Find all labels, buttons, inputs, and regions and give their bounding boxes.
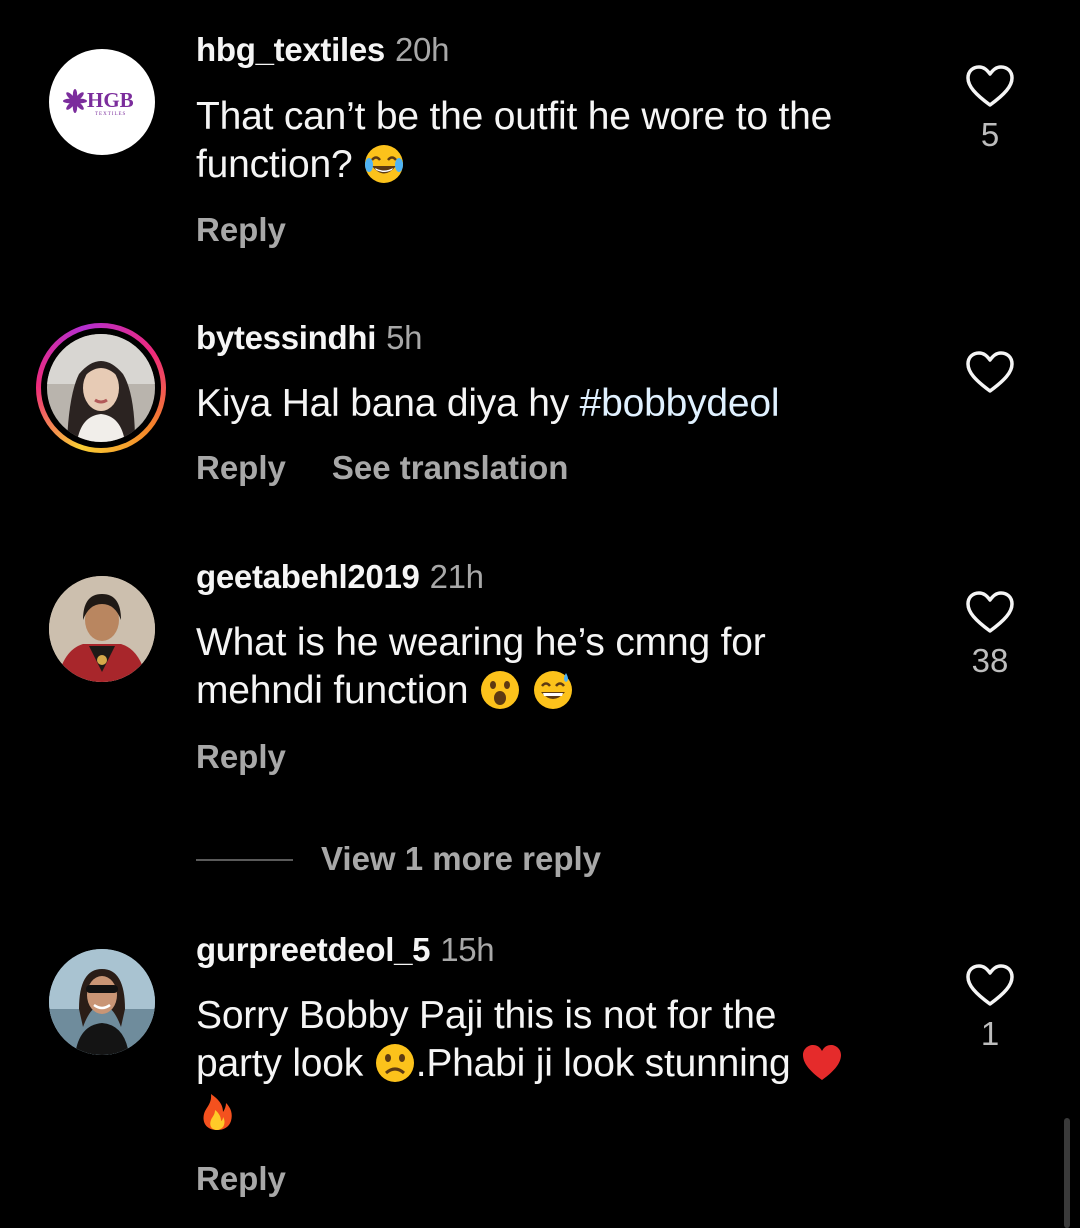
- divider: [196, 859, 293, 861]
- username[interactable]: bytessindhi: [196, 319, 376, 356]
- see-translation-button[interactable]: See translation: [332, 449, 569, 486]
- fire-icon: [203, 1094, 232, 1130]
- timestamp: 5h: [386, 319, 423, 356]
- avatar: [47, 334, 155, 442]
- timestamp: 15h: [440, 931, 495, 968]
- frowning-face-icon: [375, 1044, 414, 1082]
- comment-header: geetabehl2019 21h: [196, 558, 484, 596]
- hashtag-link[interactable]: #bobbydeol: [580, 382, 780, 425]
- username[interactable]: gurpreetdeol_5: [196, 931, 431, 968]
- comment-text: What is he wearing he’s cmng for mehndi …: [196, 619, 916, 715]
- comment-text-line: [196, 1088, 916, 1136]
- comment-text-line: mehndi function: [196, 667, 916, 715]
- face-with-tears-of-joy-icon: [365, 145, 404, 183]
- like-count: 5: [980, 116, 1000, 153]
- reply-button[interactable]: Reply: [196, 738, 286, 775]
- heart-icon[interactable]: [965, 350, 1015, 394]
- avatar[interactable]: HGB TEXTILES: [49, 49, 155, 155]
- face-with-open-mouth-icon: [480, 671, 519, 709]
- username[interactable]: hbg_textiles: [196, 31, 385, 68]
- reply-button[interactable]: Reply: [196, 449, 286, 486]
- comment-text: Kiya Hal bana diya hy #bobbydeol: [196, 380, 916, 428]
- comment-text-line: function?: [196, 141, 916, 189]
- comment-text-line: That can’t be the outfit he wore to the: [196, 95, 833, 138]
- comment-text: Sorry Bobby Paji this is not for the par…: [196, 992, 916, 1136]
- comment-actions: Reply: [196, 738, 286, 776]
- hgb-logo-icon: [63, 89, 87, 113]
- red-heart-icon: [803, 1045, 842, 1080]
- like-control: 38: [962, 590, 1018, 680]
- heart-icon[interactable]: [965, 963, 1015, 1007]
- comment-actions: Reply: [196, 1160, 286, 1198]
- like-control: [962, 350, 1018, 402]
- comment-text-line: party look .Phabi ji look stunning: [196, 1040, 916, 1088]
- heart-icon[interactable]: [965, 590, 1015, 634]
- avatar[interactable]: [49, 576, 155, 682]
- view-more-replies-label[interactable]: View 1 more reply: [321, 840, 601, 878]
- timestamp: 21h: [429, 558, 484, 595]
- comment-text-line: Kiya Hal bana diya hy #bobbydeol: [196, 382, 780, 425]
- like-count: 1: [980, 1015, 1000, 1052]
- comment-text-line: Sorry Bobby Paji this is not for the: [196, 994, 777, 1037]
- comment-header: hbg_textiles 20h: [196, 31, 449, 69]
- comment-text: That can’t be the outfit he wore to the …: [196, 93, 916, 189]
- reply-button[interactable]: Reply: [196, 1160, 286, 1197]
- comment-actions: Reply: [196, 211, 286, 249]
- heart-icon[interactable]: [965, 64, 1015, 108]
- svg-text:TEXTILES: TEXTILES: [95, 112, 126, 117]
- like-count: 38: [971, 642, 1009, 679]
- comment-header: bytessindhi 5h: [196, 319, 422, 357]
- comment-text-line: What is he wearing he’s cmng for: [196, 621, 766, 664]
- like-control: 5: [962, 64, 1018, 154]
- grinning-face-with-sweat-icon: [533, 671, 572, 709]
- story-ring[interactable]: [36, 323, 166, 453]
- svg-text:HGB: HGB: [87, 88, 134, 112]
- like-control: 1: [962, 963, 1018, 1053]
- avatar[interactable]: [49, 949, 155, 1055]
- scrollbar[interactable]: [1064, 1118, 1070, 1228]
- username[interactable]: geetabehl2019: [196, 558, 420, 595]
- reply-button[interactable]: Reply: [196, 211, 286, 248]
- comment-header: gurpreetdeol_5 15h: [196, 931, 495, 969]
- comment-actions: Reply See translation: [196, 449, 568, 487]
- timestamp: 20h: [394, 31, 450, 68]
